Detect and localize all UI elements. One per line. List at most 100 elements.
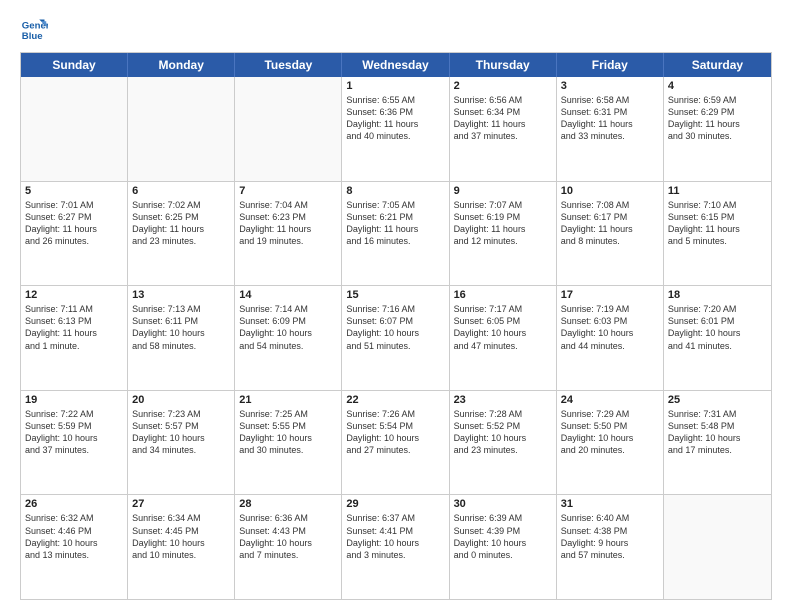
header: General Blue bbox=[20, 16, 772, 44]
calendar-cell-31: 31 Sunrise: 6:40 AM Sunset: 4:38 PM Dayli… bbox=[557, 495, 664, 599]
calendar-cell-empty bbox=[235, 77, 342, 181]
calendar-cell-5: 5Sunrise: 7:01 AM Sunset: 6:27 PM Daylig… bbox=[21, 182, 128, 286]
day-number: 10 bbox=[561, 185, 659, 197]
day-number: 15 bbox=[346, 289, 444, 301]
cell-info: Sunrise: 6:37 AM Sunset: 4:41 PM Dayligh… bbox=[346, 512, 444, 561]
calendar-row-3: 12Sunrise: 7:11 AM Sunset: 6:13 PM Dayli… bbox=[21, 285, 771, 390]
day-number: 16 bbox=[454, 289, 552, 301]
cell-info: Sunrise: 7:04 AM Sunset: 6:23 PM Dayligh… bbox=[239, 199, 337, 248]
cell-info: Sunrise: 7:28 AM Sunset: 5:52 PM Dayligh… bbox=[454, 408, 552, 457]
day-number: 9 bbox=[454, 185, 552, 197]
cell-info: Sunrise: 6:36 AM Sunset: 4:43 PM Dayligh… bbox=[239, 512, 337, 561]
calendar-cell-19: 19Sunrise: 7:22 AM Sunset: 5:59 PM Dayli… bbox=[21, 391, 128, 495]
calendar-cell-12: 12Sunrise: 7:11 AM Sunset: 6:13 PM Dayli… bbox=[21, 286, 128, 390]
day-number: 27 bbox=[132, 498, 230, 510]
header-day-monday: Monday bbox=[128, 53, 235, 77]
cell-info: Sunrise: 7:19 AM Sunset: 6:03 PM Dayligh… bbox=[561, 303, 659, 352]
calendar-cell-4: 4 Sunrise: 6:59 AM Sunset: 6:29 PM Daylig… bbox=[664, 77, 771, 181]
day-number: 29 bbox=[346, 498, 444, 510]
cell-info: Sunrise: 7:14 AM Sunset: 6:09 PM Dayligh… bbox=[239, 303, 337, 352]
day-number: 2 bbox=[454, 80, 552, 92]
calendar-cell-29: 29 Sunrise: 6:37 AM Sunset: 4:41 PM Dayli… bbox=[342, 495, 449, 599]
day-number: 23 bbox=[454, 394, 552, 406]
cell-info: Sunrise: 7:02 AM Sunset: 6:25 PM Dayligh… bbox=[132, 199, 230, 248]
header-day-saturday: Saturday bbox=[664, 53, 771, 77]
page: General Blue SundayMondayTuesdayWednesda… bbox=[0, 0, 792, 612]
day-number: 28 bbox=[239, 498, 337, 510]
day-number: 7 bbox=[239, 185, 337, 197]
cell-info: Sunrise: 6:58 AM Sunset: 6:31 PM Dayligh… bbox=[561, 94, 659, 143]
calendar-cell-7: 7 Sunrise: 7:04 AM Sunset: 6:23 PM Daylig… bbox=[235, 182, 342, 286]
cell-info: Sunrise: 7:11 AM Sunset: 6:13 PM Dayligh… bbox=[25, 303, 123, 352]
day-number: 31 bbox=[561, 498, 659, 510]
calendar-cell-14: 14Sunrise: 7:14 AM Sunset: 6:09 PM Dayli… bbox=[235, 286, 342, 390]
cell-info: Sunrise: 7:08 AM Sunset: 6:17 PM Dayligh… bbox=[561, 199, 659, 248]
day-number: 25 bbox=[668, 394, 767, 406]
cell-info: Sunrise: 6:56 AM Sunset: 6:34 PM Dayligh… bbox=[454, 94, 552, 143]
calendar-cell-25: 25 Sunrise: 7:31 AM Sunset: 5:48 PM Dayli… bbox=[664, 391, 771, 495]
calendar-cell-18: 18 Sunrise: 7:20 AM Sunset: 6:01 PM Dayli… bbox=[664, 286, 771, 390]
day-number: 18 bbox=[668, 289, 767, 301]
calendar-cell-2: 2 Sunrise: 6:56 AM Sunset: 6:34 PM Daylig… bbox=[450, 77, 557, 181]
calendar-cell-empty bbox=[128, 77, 235, 181]
cell-info: Sunrise: 7:07 AM Sunset: 6:19 PM Dayligh… bbox=[454, 199, 552, 248]
calendar-cell-17: 17 Sunrise: 7:19 AM Sunset: 6:03 PM Dayli… bbox=[557, 286, 664, 390]
calendar-cell-15: 15 Sunrise: 7:16 AM Sunset: 6:07 PM Dayli… bbox=[342, 286, 449, 390]
calendar-cell-8: 8Sunrise: 7:05 AM Sunset: 6:21 PM Daylig… bbox=[342, 182, 449, 286]
calendar-cell-22: 22 Sunrise: 7:26 AM Sunset: 5:54 PM Dayli… bbox=[342, 391, 449, 495]
cell-info: Sunrise: 6:59 AM Sunset: 6:29 PM Dayligh… bbox=[668, 94, 767, 143]
cell-info: Sunrise: 7:25 AM Sunset: 5:55 PM Dayligh… bbox=[239, 408, 337, 457]
day-number: 17 bbox=[561, 289, 659, 301]
cell-info: Sunrise: 6:40 AM Sunset: 4:38 PM Dayligh… bbox=[561, 512, 659, 561]
calendar-cell-28: 28 Sunrise: 6:36 AM Sunset: 4:43 PM Dayli… bbox=[235, 495, 342, 599]
calendar-cell-13: 13 Sunrise: 7:13 AM Sunset: 6:11 PM Dayli… bbox=[128, 286, 235, 390]
header-day-friday: Friday bbox=[557, 53, 664, 77]
header-day-thursday: Thursday bbox=[450, 53, 557, 77]
cell-info: Sunrise: 7:26 AM Sunset: 5:54 PM Dayligh… bbox=[346, 408, 444, 457]
day-number: 30 bbox=[454, 498, 552, 510]
calendar-cell-3: 3Sunrise: 6:58 AM Sunset: 6:31 PM Daylig… bbox=[557, 77, 664, 181]
day-number: 11 bbox=[668, 185, 767, 197]
calendar-cell-16: 16 Sunrise: 7:17 AM Sunset: 6:05 PM Dayli… bbox=[450, 286, 557, 390]
cell-info: Sunrise: 6:55 AM Sunset: 6:36 PM Dayligh… bbox=[346, 94, 444, 143]
cell-info: Sunrise: 7:23 AM Sunset: 5:57 PM Dayligh… bbox=[132, 408, 230, 457]
calendar-cell-27: 27 Sunrise: 6:34 AM Sunset: 4:45 PM Dayli… bbox=[128, 495, 235, 599]
calendar-cell-30: 30Sunrise: 6:39 AM Sunset: 4:39 PM Dayli… bbox=[450, 495, 557, 599]
calendar-cell-10: 10 Sunrise: 7:08 AM Sunset: 6:17 PM Dayli… bbox=[557, 182, 664, 286]
calendar-row-5: 26 Sunrise: 6:32 AM Sunset: 4:46 PM Dayli… bbox=[21, 494, 771, 599]
day-number: 13 bbox=[132, 289, 230, 301]
cell-info: Sunrise: 7:13 AM Sunset: 6:11 PM Dayligh… bbox=[132, 303, 230, 352]
calendar-cell-21: 21 Sunrise: 7:25 AM Sunset: 5:55 PM Dayli… bbox=[235, 391, 342, 495]
calendar-header: SundayMondayTuesdayWednesdayThursdayFrid… bbox=[21, 53, 771, 77]
calendar-cell-24: 24Sunrise: 7:29 AM Sunset: 5:50 PM Dayli… bbox=[557, 391, 664, 495]
calendar-row-1: 1Sunrise: 6:55 AM Sunset: 6:36 PM Daylig… bbox=[21, 77, 771, 181]
cell-info: Sunrise: 7:16 AM Sunset: 6:07 PM Dayligh… bbox=[346, 303, 444, 352]
calendar-cell-6: 6Sunrise: 7:02 AM Sunset: 6:25 PM Daylig… bbox=[128, 182, 235, 286]
cell-info: Sunrise: 6:32 AM Sunset: 4:46 PM Dayligh… bbox=[25, 512, 123, 561]
day-number: 22 bbox=[346, 394, 444, 406]
cell-info: Sunrise: 7:17 AM Sunset: 6:05 PM Dayligh… bbox=[454, 303, 552, 352]
cell-info: Sunrise: 7:10 AM Sunset: 6:15 PM Dayligh… bbox=[668, 199, 767, 248]
cell-info: Sunrise: 7:31 AM Sunset: 5:48 PM Dayligh… bbox=[668, 408, 767, 457]
cell-info: Sunrise: 6:34 AM Sunset: 4:45 PM Dayligh… bbox=[132, 512, 230, 561]
calendar-row-2: 5Sunrise: 7:01 AM Sunset: 6:27 PM Daylig… bbox=[21, 181, 771, 286]
calendar-cell-1: 1Sunrise: 6:55 AM Sunset: 6:36 PM Daylig… bbox=[342, 77, 449, 181]
calendar-cell-23: 23 Sunrise: 7:28 AM Sunset: 5:52 PM Dayli… bbox=[450, 391, 557, 495]
header-day-sunday: Sunday bbox=[21, 53, 128, 77]
day-number: 5 bbox=[25, 185, 123, 197]
cell-info: Sunrise: 7:20 AM Sunset: 6:01 PM Dayligh… bbox=[668, 303, 767, 352]
day-number: 26 bbox=[25, 498, 123, 510]
calendar-cell-20: 20 Sunrise: 7:23 AM Sunset: 5:57 PM Dayli… bbox=[128, 391, 235, 495]
day-number: 20 bbox=[132, 394, 230, 406]
calendar-cell-11: 11 Sunrise: 7:10 AM Sunset: 6:15 PM Dayli… bbox=[664, 182, 771, 286]
logo-icon: General Blue bbox=[20, 16, 48, 44]
day-number: 24 bbox=[561, 394, 659, 406]
logo: General Blue bbox=[20, 16, 50, 44]
calendar: SundayMondayTuesdayWednesdayThursdayFrid… bbox=[20, 52, 772, 600]
calendar-cell-26: 26 Sunrise: 6:32 AM Sunset: 4:46 PM Dayli… bbox=[21, 495, 128, 599]
calendar-cell-empty bbox=[21, 77, 128, 181]
cell-info: Sunrise: 7:22 AM Sunset: 5:59 PM Dayligh… bbox=[25, 408, 123, 457]
calendar-cell-empty bbox=[664, 495, 771, 599]
day-number: 21 bbox=[239, 394, 337, 406]
day-number: 4 bbox=[668, 80, 767, 92]
